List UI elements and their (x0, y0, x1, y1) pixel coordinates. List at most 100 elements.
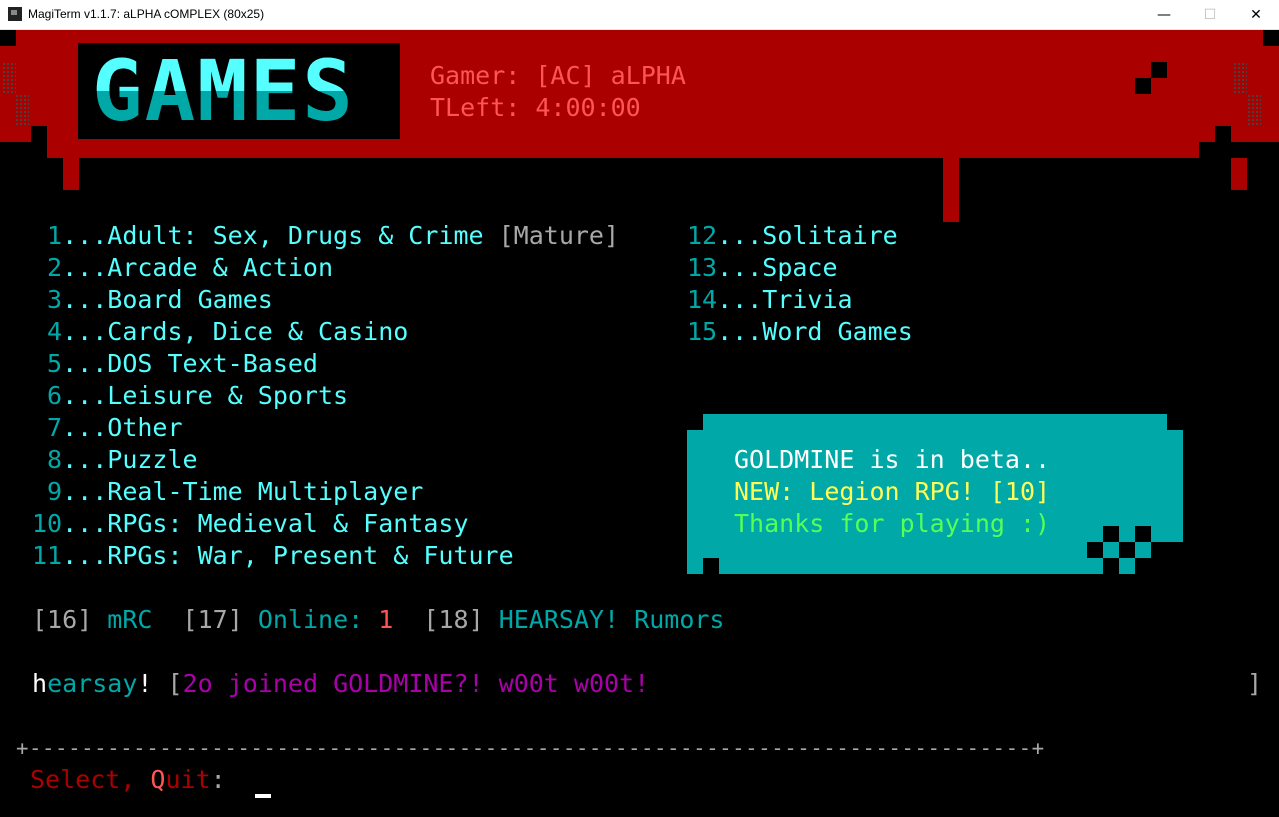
menu-item-dots: ... (62, 285, 108, 314)
prompt-quit-rest[interactable]: uit (165, 765, 210, 794)
prompt-colon: : (210, 765, 226, 794)
panel-checker (1103, 526, 1119, 542)
menu-item-label: Leisure & Sports (107, 381, 349, 410)
menu-item-dots: ... (62, 317, 108, 346)
menu-item-2[interactable]: 2...Arcade & Action (32, 252, 333, 284)
minimize-button[interactable]: — (1141, 0, 1187, 30)
menu-item-label: Board Games (107, 285, 273, 314)
hearsay-bang: ! (137, 669, 153, 698)
panel-checker (1119, 542, 1135, 558)
mature-tag: [Mature] (498, 221, 620, 250)
time-left-value: 4:00:00 (535, 93, 641, 122)
menu-item-number: 11 (32, 541, 63, 570)
menu-item-dots: ... (62, 253, 108, 282)
menu-item-8[interactable]: 8...Puzzle (32, 444, 198, 476)
banner-edge (0, 30, 16, 46)
menu-item-dots: ... (62, 349, 108, 378)
menu-item-3[interactable]: 3...Board Games (32, 284, 273, 316)
notice-new-text: Legion RPG! [10] (794, 477, 1051, 506)
menu-item-dots: ... (717, 317, 763, 346)
panel-checker (1135, 526, 1151, 542)
menu-item-label: Trivia (762, 285, 853, 314)
banner-stipple (1233, 62, 1247, 94)
menu-item-7[interactable]: 7...Other (32, 412, 182, 444)
panel-corner (1167, 414, 1183, 430)
menu-item-11[interactable]: 11...RPGs: War, Present & Future (32, 540, 514, 572)
menu-item-number: 5 (32, 349, 63, 378)
online-count: 1 (378, 605, 394, 634)
menu-item-9[interactable]: 9...Real-Time Multiplayer (32, 476, 423, 508)
terminal-screen[interactable]: GAMES GAMES Gamer: [AC] aLPHA TLeft: 4:0… (0, 30, 1279, 817)
text-cursor[interactable] (255, 794, 271, 798)
menu-item-12[interactable]: 12...Solitaire (687, 220, 898, 252)
separator-line: +---------------------------------------… (16, 736, 1045, 760)
menu-item-label: Arcade & Action (107, 253, 334, 282)
menu-item-10[interactable]: 10...RPGs: Medieval & Fantasy (32, 508, 469, 540)
menu-item-label: Adult: Sex, Drugs & Crime (107, 221, 484, 250)
online-label[interactable]: Online: (258, 605, 363, 634)
mrc-key[interactable]: [16] (32, 605, 92, 634)
hearsay-word: earsay (47, 669, 138, 698)
menu-item-dots: ... (62, 509, 108, 538)
panel-checker (1103, 558, 1119, 574)
command-prompt: Select, Quit: (30, 764, 226, 796)
banner-edge (1135, 78, 1151, 94)
menu-item-label: RPGs: Medieval & Fantasy (107, 509, 469, 538)
window-title: MagiTerm v1.1.7: aLPHA cOMPLEX (80x25) (28, 7, 265, 21)
prompt-quit-hotkey[interactable]: Q (150, 765, 165, 794)
rumor-message: 2o joined GOLDMINE?! w00t w00t! (182, 669, 650, 698)
menu-item-label: Space (762, 253, 838, 282)
hearsay-key[interactable]: [18] (423, 605, 483, 634)
menu-item-number: 2 (32, 253, 63, 282)
banner-drip (1231, 158, 1247, 190)
menu-item-number: 4 (32, 317, 63, 346)
menu-item-4[interactable]: 4...Cards, Dice & Casino (32, 316, 408, 348)
menu-item-number: 1 (32, 221, 63, 250)
prompt-select: Select, (30, 765, 136, 794)
gamer-name: [AC] aLPHA (535, 61, 686, 90)
notice-new-tag: NEW: (734, 477, 795, 506)
menu-item-number: 13 (687, 253, 718, 282)
menu-item-dots: ... (62, 413, 108, 442)
maximize-button[interactable]: ☐ (1187, 0, 1233, 30)
menu-item-number: 8 (32, 445, 63, 474)
menu-item-6[interactable]: 6...Leisure & Sports (32, 380, 348, 412)
banner-edge (1151, 62, 1167, 78)
menu-item-number: 9 (32, 477, 63, 506)
menu-item-label: Puzzle (107, 445, 198, 474)
close-button[interactable]: ✕ (1233, 0, 1279, 30)
menu-item-dots: ... (717, 285, 763, 314)
time-left-label: TLeft: (430, 93, 521, 122)
menu-item-number: 12 (687, 221, 718, 250)
banner-edge (0, 142, 47, 158)
panel-checker (1135, 558, 1167, 574)
menu-item-dots: ... (62, 381, 108, 410)
banner-edge (1263, 30, 1279, 46)
menu-item-5[interactable]: 5...DOS Text-Based (32, 348, 318, 380)
menu-item-label: Word Games (762, 317, 913, 346)
menu-item-dots: ... (62, 221, 108, 250)
mrc-label[interactable]: mRC (107, 605, 152, 634)
menu-item-dots: ... (62, 445, 108, 474)
banner-drip (943, 158, 959, 222)
banner-edge (1199, 142, 1279, 158)
menu-item-label: RPGs: War, Present & Future (107, 541, 514, 570)
menu-item-number: 15 (687, 317, 718, 346)
app-icon (8, 7, 22, 21)
hearsay-h: h (32, 669, 48, 698)
games-logo: GAMES GAMES (78, 43, 400, 139)
menu-item-label: DOS Text-Based (107, 349, 318, 378)
menu-item-13[interactable]: 13...Space (687, 252, 838, 284)
panel-checker (1151, 542, 1183, 558)
menu-item-number: 14 (687, 285, 718, 314)
menu-item-15[interactable]: 15...Word Games (687, 316, 913, 348)
hearsay-label[interactable]: HEARSAY! Rumors (499, 605, 725, 634)
notice-line-1: GOLDMINE is in beta.. (734, 445, 1051, 474)
notice-line-3: Thanks for playing :) (734, 509, 1051, 538)
menu-item-1[interactable]: 1...Adult: Sex, Drugs & Crime [Mature] (32, 220, 619, 252)
online-key[interactable]: [17] (183, 605, 243, 634)
menu-item-label: Real-Time Multiplayer (107, 477, 424, 506)
panel-checker (1087, 542, 1103, 558)
time-left-info: TLeft: 4:00:00 (430, 92, 641, 124)
menu-item-14[interactable]: 14...Trivia (687, 284, 853, 316)
